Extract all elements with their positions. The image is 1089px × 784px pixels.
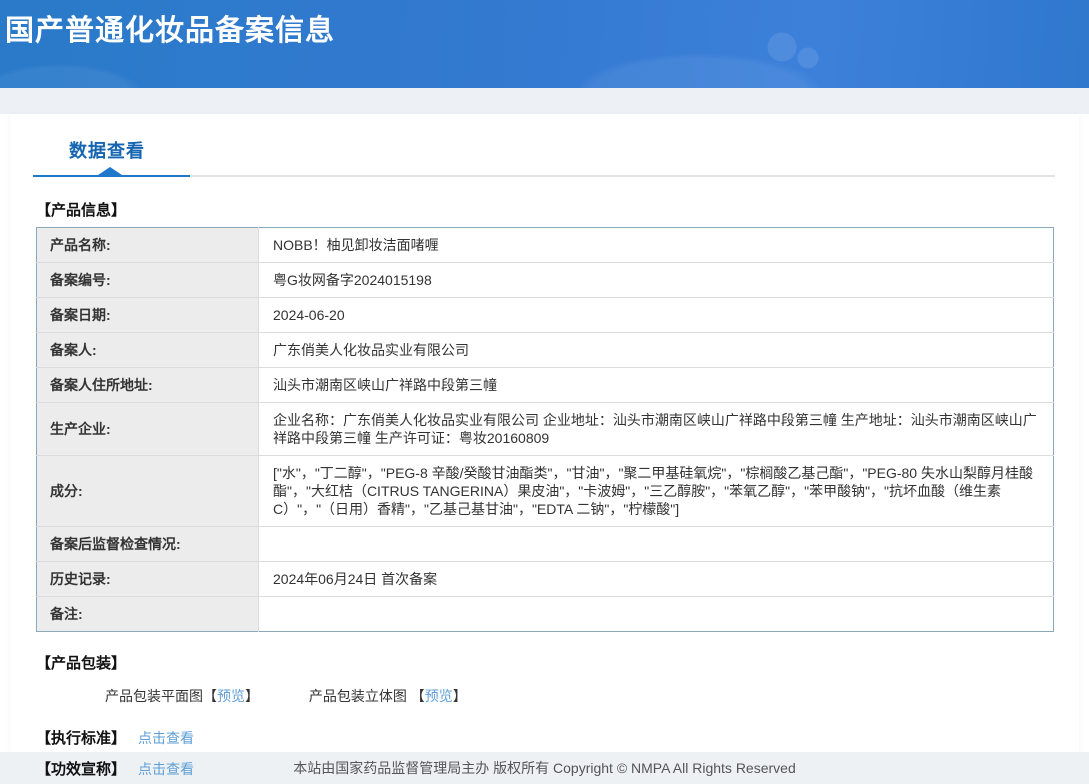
row-value: ["水"，"丁二醇"，"PEG-8 辛酸/癸酸甘油酯类"，"甘油"，"聚二甲基硅…	[258, 455, 1054, 527]
table-row: 成分: ["水"，"丁二醇"，"PEG-8 辛酸/癸酸甘油酯类"，"甘油"，"聚…	[36, 455, 1054, 527]
row-value: NOBB！柚见卸妆洁面啫喱	[258, 227, 1054, 263]
efficacy-section-title: 【功效宣称】	[36, 761, 127, 778]
row-label: 成分:	[36, 455, 259, 527]
table-row: 备注:	[36, 596, 1054, 632]
preview-link-label[interactable]: 预览	[217, 688, 245, 704]
row-label: 备案人:	[36, 332, 259, 368]
product-info-table: 产品名称: NOBB！柚见卸妆洁面啫喱 备案编号: 粤G妆网备字20240151…	[36, 227, 1054, 632]
row-label: 备案人住所地址:	[36, 367, 259, 403]
table-row: 备案人住所地址: 汕头市潮南区峡山广祥路中段第三幢	[36, 367, 1054, 403]
efficacy-view-link[interactable]: 点击查看	[138, 761, 194, 777]
packaging-section-title: 【产品包装】	[36, 655, 127, 672]
packaging-flat-label: 产品包装平面图	[105, 688, 203, 704]
packaging-stereo-group: 产品包装立体图 【预览】	[309, 686, 467, 706]
standard-section-title: 【执行标准】	[36, 730, 127, 747]
bracket-close: 】	[452, 688, 467, 704]
packaging-stereo-preview-link[interactable]: 【预览】	[411, 688, 467, 704]
copyright-text: 本站由国家药品监督管理局主办 版权所有 Copyright © NMPA All…	[293, 760, 796, 776]
row-value: 广东俏美人化妆品实业有限公司	[258, 332, 1054, 368]
packaging-previews: 产品包装平面图【预览】 产品包装立体图 【预览】	[105, 686, 1055, 706]
table-row: 备案编号: 粤G妆网备字2024015198	[36, 262, 1054, 298]
active-tab-triangle-icon	[98, 167, 122, 175]
table-row: 生产企业: 企业名称：广东俏美人化妆品实业有限公司 企业地址：汕头市潮南区峡山广…	[36, 402, 1054, 456]
page-header: 国产普通化妆品备案信息	[0, 0, 1089, 88]
packaging-stereo-label: 产品包装立体图	[308, 688, 411, 704]
content-card: 数据查看 【产品信息】 产品名称: NOBB！柚见卸妆洁面啫喱 备案编号: 粤G…	[10, 114, 1079, 778]
bracket-close: 】	[245, 688, 259, 704]
row-label: 备案日期:	[36, 297, 259, 333]
packaging-flat-group: 产品包装平面图【预览】	[105, 686, 259, 706]
row-label: 备案编号:	[36, 262, 259, 298]
standard-view-link[interactable]: 点击查看	[138, 730, 194, 746]
row-label: 备案后监督检查情况:	[36, 526, 259, 562]
preview-link-label[interactable]: 预览	[425, 688, 453, 704]
page-title: 国产普通化妆品备案信息	[5, 15, 336, 47]
row-value: 汕头市潮南区峡山广祥路中段第三幢	[258, 367, 1054, 403]
header-divider-band	[0, 88, 1089, 114]
standard-row: 【执行标准】 点击查看	[36, 727, 1055, 748]
row-label: 生产企业:	[36, 402, 259, 456]
row-value: 企业名称：广东俏美人化妆品实业有限公司 企业地址：汕头市潮南区峡山广祥路中段第三…	[258, 402, 1054, 456]
row-label: 产品名称:	[36, 227, 259, 263]
row-value: 2024年06月24日 首次备案	[258, 561, 1054, 597]
tab-bar: 数据查看	[33, 114, 1055, 175]
row-value: 粤G妆网备字2024015198	[258, 262, 1054, 298]
table-row: 备案后监督检查情况:	[36, 526, 1054, 562]
row-label: 历史记录:	[36, 561, 259, 597]
table-row: 备案日期: 2024-06-20	[36, 297, 1054, 333]
active-tab-indicator	[33, 175, 190, 177]
row-label: 备注:	[36, 596, 259, 632]
table-row: 产品名称: NOBB！柚见卸妆洁面啫喱	[36, 227, 1054, 263]
table-row: 历史记录: 2024年06月24日 首次备案	[36, 561, 1054, 597]
product-info-section-title: 【产品信息】	[36, 202, 127, 219]
bracket-open: 【	[410, 688, 425, 704]
row-value	[259, 597, 1054, 632]
row-value	[258, 526, 1054, 562]
table-row: 备案人: 广东俏美人化妆品实业有限公司	[36, 332, 1054, 368]
bracket-open: 【	[203, 688, 217, 704]
packaging-flat-preview-link[interactable]: 【预览】	[203, 688, 259, 704]
row-value: 2024-06-20	[258, 297, 1054, 333]
tab-underline	[33, 167, 1055, 177]
